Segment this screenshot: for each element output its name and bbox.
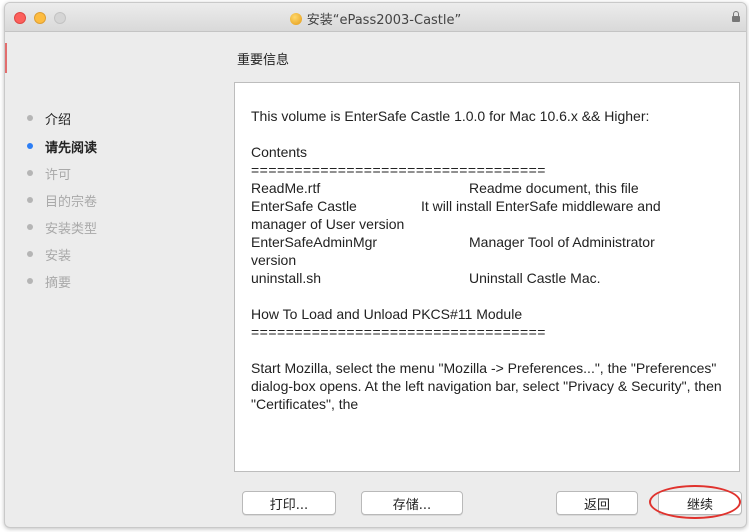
contents-heading: Contents — [251, 144, 308, 160]
file-row: manager of User version — [251, 215, 727, 233]
step-dot-icon — [27, 251, 33, 257]
sidebar-item-introduction: 介绍 — [27, 108, 71, 128]
contents-separator: ================================== — [251, 162, 546, 178]
sidebar-item-install-type: 安装类型 — [27, 217, 97, 237]
step-dot-icon — [27, 143, 33, 149]
step-dot-icon — [27, 197, 33, 203]
sidebar-item-summary: 摘要 — [27, 271, 71, 291]
window-title-wrap: 安装“ePass2003-Castle” — [5, 9, 746, 28]
sidebar-item-installation: 安装 — [27, 244, 71, 264]
sidebar-item-license: 许可 — [27, 163, 71, 183]
section-title: 重要信息 — [237, 53, 290, 68]
title-bar[interactable]: 安装“ePass2003-Castle” — [5, 3, 746, 32]
file-row: EnterSafeAdminMgr Manager Tool of Admini… — [251, 233, 727, 251]
sidebar-item-label: 介绍 — [45, 112, 72, 128]
sidebar-item-label: 安装 — [45, 248, 72, 264]
step-dot-icon — [27, 170, 33, 176]
file-name: EnterSafe Castle — [251, 198, 357, 214]
save-button[interactable]: 存储... — [361, 491, 463, 515]
file-desc: Uninstall Castle Mac. — [469, 270, 601, 286]
back-button[interactable]: 返回 — [556, 491, 638, 515]
pkcs-heading: How To Load and Unload PKCS#11 Module — [251, 306, 523, 322]
file-name: version — [251, 252, 297, 268]
pkcs-paragraph: Start Mozilla, select the menu "Mozilla … — [251, 360, 722, 412]
file-desc — [469, 215, 727, 233]
package-icon — [289, 13, 302, 25]
readme-intro: This volume is EnterSafe Castle 1.0.0 fo… — [251, 108, 650, 124]
readme-text: This volume is EnterSafe Castle 1.0.0 fo… — [251, 107, 727, 431]
file-desc: Readme document, this file — [469, 180, 639, 196]
sidebar-item-label: 许可 — [45, 167, 72, 183]
file-name: uninstall.sh — [251, 270, 322, 286]
file-desc: Manager Tool of Administrator — [469, 234, 655, 250]
sidebar: 介绍 请先阅读 许可 目的宗卷 安装类型 安装 摘要 — [5, 32, 225, 527]
file-row: ReadMe.rtf Readme document, this file — [251, 179, 727, 197]
file-desc: It will install EnterSafe middleware and — [421, 198, 661, 214]
sidebar-item-read-me: 请先阅读 — [27, 136, 97, 156]
file-name: manager of User version — [251, 216, 405, 232]
window-title: 安装“ePass2003-Castle” — [306, 13, 462, 28]
sidebar-item-label: 摘要 — [45, 275, 72, 291]
step-dot-icon — [27, 115, 33, 121]
installer-window: 安装“ePass2003-Castle” 介绍 请先阅读 许可 目的宗卷 安装类… — [4, 2, 747, 528]
sidebar-item-label: 目的宗卷 — [45, 194, 98, 210]
step-dot-icon — [27, 224, 33, 230]
sidebar-item-destination: 目的宗卷 — [27, 190, 97, 210]
print-button[interactable]: 打印... — [242, 491, 336, 515]
lock-icon — [732, 11, 740, 22]
step-dot-icon — [27, 278, 33, 284]
sidebar-item-label: 安装类型 — [45, 221, 98, 237]
file-row: uninstall.sh Uninstall Castle Mac. — [251, 269, 727, 287]
continue-highlight-circle — [649, 485, 741, 519]
file-row: EnterSafe Castle It will install EnterSa… — [251, 197, 727, 215]
pkcs-separator: ================================== — [251, 324, 546, 340]
readme-scroll-area[interactable]: This volume is EnterSafe Castle 1.0.0 fo… — [234, 82, 740, 472]
file-row: version — [251, 251, 727, 269]
file-name: EnterSafeAdminMgr — [251, 234, 378, 250]
file-desc — [469, 251, 727, 269]
file-name: ReadMe.rtf — [251, 180, 321, 196]
sidebar-item-label: 请先阅读 — [45, 140, 98, 156]
